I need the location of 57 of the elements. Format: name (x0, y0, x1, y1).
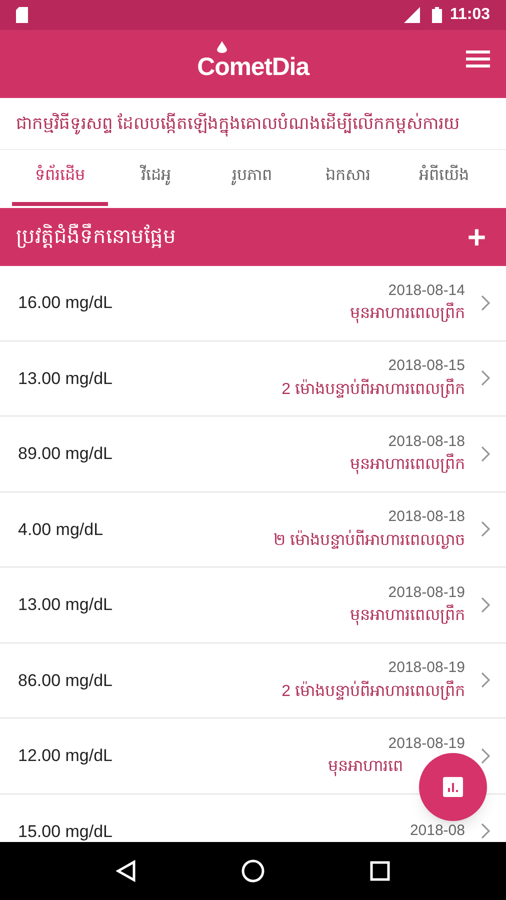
reading-row[interactable]: 86.00 mg/dL 2018-08-19 2 ម៉ោងបន្ទាប់ពីអាហារពេលព្រឹក (0, 644, 506, 719)
recents-icon[interactable] (370, 861, 390, 881)
signal-icon (402, 7, 420, 23)
chevron-right-icon (481, 294, 490, 311)
chevron-right-icon (481, 823, 490, 840)
tab[interactable]: អំពីយើង (396, 150, 492, 206)
chart-button[interactable] (419, 753, 487, 821)
meal-time: មុនអាហារពេលព្រឹក (350, 604, 465, 628)
sim-card-icon (16, 7, 28, 23)
tab[interactable]: វីដេអូ (108, 150, 204, 206)
drop-icon (217, 41, 227, 54)
chevron-right-icon (481, 672, 490, 688)
chevron-right-icon (481, 596, 490, 613)
reading-date: 2018-08-19 (388, 582, 465, 602)
glucose-value: 13.00 mg/dL (18, 594, 114, 616)
reading-row[interactable]: 89.00 mg/dL 2018-08-18 មុនអាហារពេលព្រឹក (0, 417, 506, 492)
battery-icon (432, 7, 442, 23)
chevron-right-icon (481, 446, 490, 462)
tab[interactable]: ឯកសារ (300, 150, 396, 206)
add-button[interactable]: + (467, 221, 490, 253)
chart-icon (443, 777, 463, 797)
meal-time: មុនអាហារពេលព្រឹក (350, 302, 465, 326)
reading-date: 2018-08-19 (388, 734, 465, 754)
reading-row[interactable]: 16.00 mg/dL 2018-08-14 មុនអាហារពេលព្រឹក (0, 266, 506, 342)
meal-time: មុនអាហារពេលព្រឹក (350, 453, 465, 477)
meal-time: មុនអាហារពេ (328, 757, 403, 778)
chevron-right-icon (481, 748, 490, 764)
reading-date: 2018-08-18 (388, 507, 465, 527)
glucose-value: 13.00 mg/dL (18, 368, 114, 390)
glucose-value: 89.00 mg/dL (18, 443, 114, 465)
reading-date: 2018-08-15 (388, 356, 465, 376)
reading-row[interactable]: 13.00 mg/dL 2018-08-15 2 ម៉ោងបន្ទាប់ពីអាហារពេលព្រឹក (0, 342, 506, 417)
glucose-value: 86.00 mg/dL (18, 670, 114, 692)
glucose-value: 12.00 mg/dL (18, 745, 114, 767)
reading-date: 2018-08 (410, 821, 465, 841)
chevron-right-icon (481, 521, 490, 538)
section-title: ប្រវត្តិជំងឺទឹកនោមផ្អែម (16, 222, 468, 252)
reading-date: 2018-08-18 (388, 432, 465, 452)
marquee-text: ជាកម្មវិធីទូរសព្ទ ដែលបង្កើតឡើងក្នុងគោលបំណងដើម្បីលើកកម្ពស់ការយ (0, 110, 460, 136)
tab[interactable]: រូបភាព (204, 150, 300, 206)
chevron-right-icon (481, 370, 490, 386)
reading-date: 2018-08-19 (388, 658, 465, 678)
menu-icon (466, 50, 490, 68)
meal-time: 2 ម៉ោងបន្ទាប់ពីអាហារពេលព្រឹក (282, 680, 465, 704)
reading-row[interactable]: 4.00 mg/dL 2018-08-18 ២ ម៉ោងបន្ទាប់ពីអាហារពេលល្ងាច (0, 492, 506, 568)
glucose-value: 15.00 mg/dL (18, 820, 114, 842)
back-icon[interactable] (116, 860, 136, 882)
clock: 11:03 (450, 5, 490, 25)
glucose-value: 4.00 mg/dL (18, 518, 104, 540)
reading-row[interactable]: 13.00 mg/dL 2018-08-19 មុនអាហារពេលព្រឹក (0, 568, 506, 644)
home-icon[interactable] (240, 859, 265, 883)
app-logo: CometDia (197, 52, 309, 84)
meal-time: 2 ម៉ោងបន្ទាប់ពីអាហារពេលព្រឹក (282, 378, 465, 402)
menu-button[interactable] (466, 50, 490, 68)
reading-date: 2018-08-14 (388, 280, 465, 300)
glucose-value: 16.00 mg/dL (18, 292, 114, 314)
meal-time: ២ ម៉ោងបន្ទាប់ពីអាហារពេលល្ងាច (274, 528, 465, 551)
